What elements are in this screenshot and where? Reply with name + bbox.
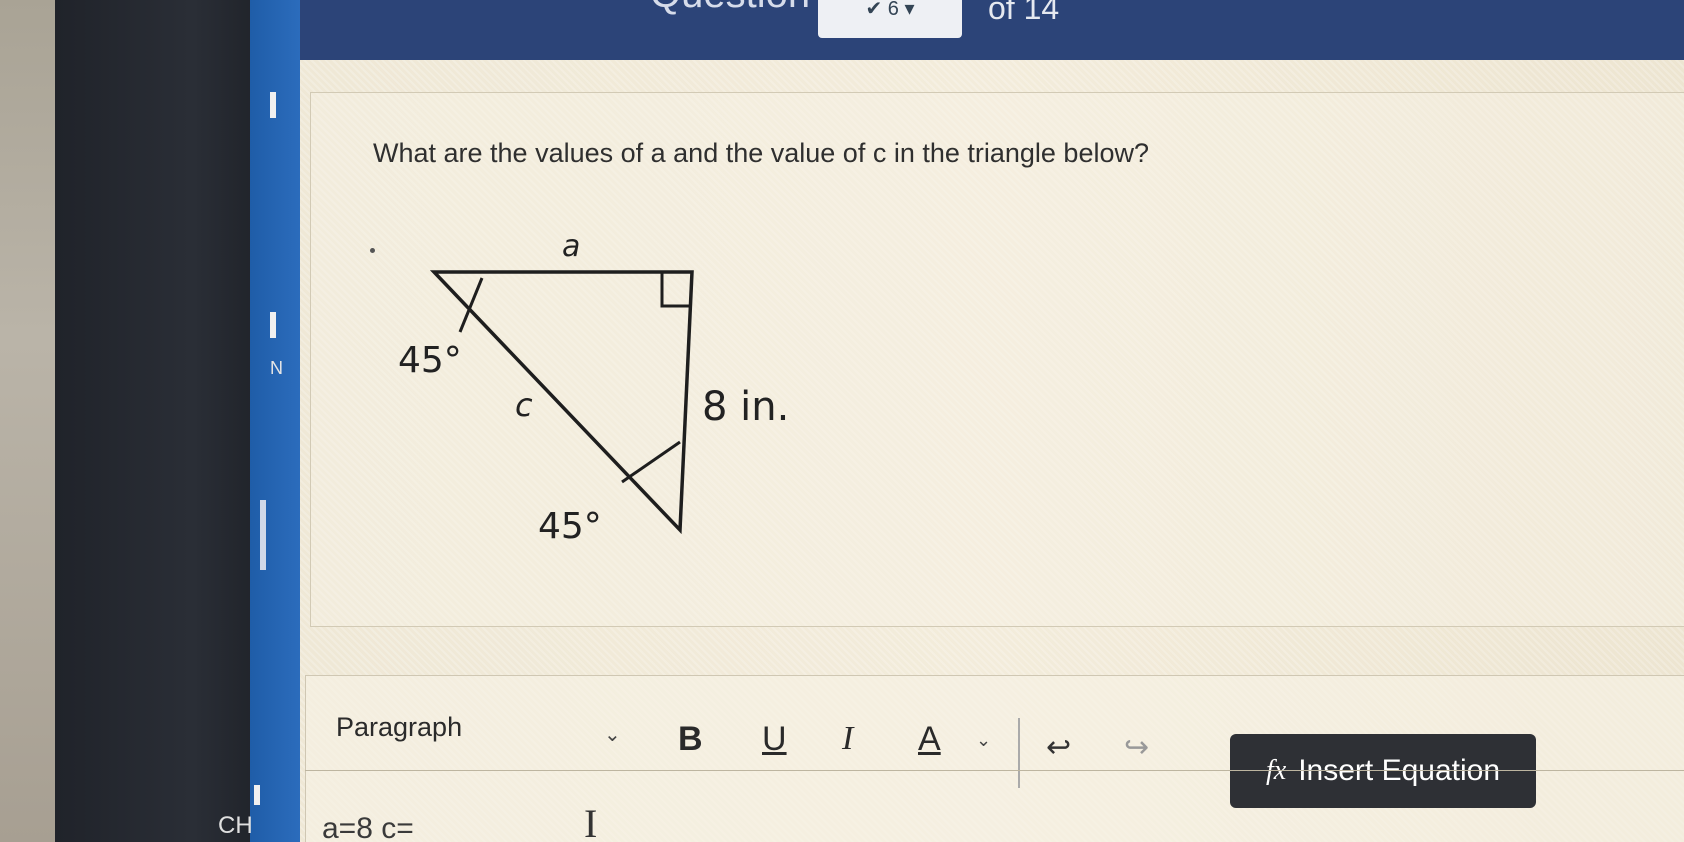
strip-tick: [254, 785, 260, 805]
toolbar-divider: [1018, 718, 1020, 788]
side-strip-letter: N: [270, 358, 283, 378]
paragraph-format-dropdown[interactable]: Paragraph: [336, 712, 462, 743]
strip-tick: [270, 92, 276, 118]
redo-button[interactable]: ↪: [1124, 730, 1149, 765]
question-total-label: of 14: [988, 0, 1060, 26]
question-number-value: 6: [887, 0, 899, 20]
text-color-button[interactable]: A: [918, 720, 941, 759]
editor-divider: [305, 770, 1684, 771]
triangle-shape: [429, 270, 694, 535]
function-icon: fx: [1265, 755, 1287, 786]
underline-button[interactable]: U: [762, 720, 787, 759]
angle-label-top: 45°: [398, 340, 462, 381]
chevron-down-icon: ▾: [904, 0, 915, 20]
answer-text-input[interactable]: a=8 c=: [322, 812, 414, 842]
question-prompt: What are the values of a and the value o…: [373, 138, 1149, 168]
italic-button[interactable]: I: [842, 720, 853, 758]
strip-tick: [260, 500, 266, 570]
triangle-figure: a 45° c 8 in. 45°: [398, 229, 789, 547]
chevron-down-icon[interactable]: ⌄: [604, 722, 621, 747]
insert-equation-label: Insert Equation: [1298, 754, 1500, 787]
checkmark-icon: ✔: [865, 0, 883, 20]
angle-label-bottom: 45°: [538, 506, 602, 547]
side-length-label: 8 in.: [702, 384, 789, 430]
question-number-select[interactable]: ✔ 6 ▾: [818, 0, 962, 38]
question-label: Question: [650, 0, 810, 17]
side-strip-bottom-label: CH: [218, 812, 253, 839]
insert-equation-button[interactable]: fx Insert Equation: [1230, 734, 1536, 808]
strip-tick: [270, 312, 276, 338]
undo-button[interactable]: ↩: [1046, 730, 1071, 765]
side-label-c: c: [515, 386, 533, 424]
text-cursor-icon: I: [584, 801, 598, 842]
bold-button[interactable]: B: [678, 720, 703, 759]
side-label-a: a: [562, 229, 580, 264]
angle-tick-bottom: [621, 440, 681, 484]
bullet-dot: [370, 248, 375, 253]
chevron-down-icon[interactable]: ⌄: [976, 730, 991, 751]
right-angle-marker: [660, 272, 692, 308]
